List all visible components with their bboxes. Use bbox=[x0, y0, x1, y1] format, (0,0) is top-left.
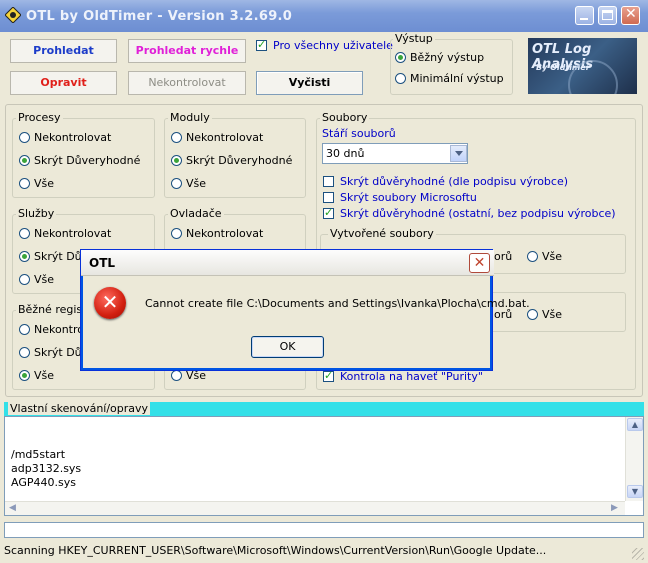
custom-scans-textarea[interactable]: /md5start adp3132.sys AGP440.sys ▲ ▼ ◀ ▶ bbox=[4, 416, 644, 516]
clear-button[interactable]: Vyčisti bbox=[256, 71, 363, 95]
services-none-label: Nekontrolovat bbox=[34, 227, 112, 240]
extra-all-radio[interactable] bbox=[171, 370, 182, 381]
processes-none-label: Nekontrolovat bbox=[34, 131, 112, 144]
maximize-button[interactable] bbox=[598, 6, 617, 25]
scan-button[interactable]: Prohledat bbox=[10, 39, 117, 63]
file-age-label: Stáří souborů bbox=[322, 127, 396, 140]
output-minimal-radio[interactable] bbox=[395, 73, 406, 84]
services-none-radio[interactable] bbox=[19, 228, 30, 239]
chevron-down-icon bbox=[455, 151, 463, 156]
custom-line: AGP440.sys bbox=[11, 476, 76, 489]
scroll-left-icon[interactable]: ◀ bbox=[9, 503, 16, 513]
scroll-up-icon[interactable]: ▲ bbox=[627, 418, 643, 431]
modules-none-radio[interactable] bbox=[171, 132, 182, 143]
output-group-title: Výstup bbox=[393, 32, 435, 45]
horizontal-scrollbar[interactable]: ◀ ▶ bbox=[5, 501, 625, 515]
dropdown-button[interactable] bbox=[450, 145, 467, 162]
modified-files-all-label: Vše bbox=[542, 308, 563, 321]
created-files-all-label: Vše bbox=[542, 250, 563, 263]
modules-all-label: Vše bbox=[186, 177, 207, 190]
custom-line: adp3132.sys bbox=[11, 462, 82, 475]
minimize-button[interactable] bbox=[575, 6, 594, 25]
registry-all-label: Vše bbox=[34, 369, 55, 382]
maximize-icon bbox=[602, 10, 613, 20]
otl-log-analysis-logo: OTL Log Analysis By Oldtimer bbox=[528, 38, 637, 94]
purity-checkbox[interactable] bbox=[323, 369, 334, 382]
close-button[interactable]: ✕ bbox=[621, 6, 640, 25]
modules-all-radio[interactable] bbox=[171, 178, 182, 189]
dialog-message: Cannot create file C:\Documents and Sett… bbox=[145, 297, 530, 310]
minimize-icon bbox=[580, 18, 588, 20]
dialog-title-bar[interactable]: OTL ✕ bbox=[81, 250, 494, 276]
files-title: Soubory bbox=[320, 111, 370, 124]
processes-hide-trusted-radio[interactable] bbox=[19, 155, 30, 166]
services-hide-trusted-radio[interactable] bbox=[19, 251, 30, 262]
output-group bbox=[390, 39, 513, 95]
status-text: Scanning HKEY_CURRENT_USER\Software\Micr… bbox=[4, 544, 547, 557]
hide-microsoft-checkbox[interactable] bbox=[323, 192, 334, 203]
drivers-none-label: Nekontrolovat bbox=[186, 227, 264, 240]
fix-button[interactable]: Opravit bbox=[10, 71, 117, 95]
registry-title: Běžné regist bbox=[16, 303, 89, 316]
output-minimal-label: Minimální výstup bbox=[410, 72, 504, 85]
processes-title: Procesy bbox=[16, 111, 63, 124]
progress-bar bbox=[4, 522, 644, 538]
services-all-label: Vše bbox=[34, 273, 55, 286]
modified-files-all-radio[interactable] bbox=[527, 309, 538, 320]
quick-scan-button[interactable]: Prohledat rychle bbox=[128, 39, 246, 63]
modules-hide-trusted-radio[interactable] bbox=[171, 155, 182, 166]
services-all-radio[interactable] bbox=[19, 274, 30, 285]
hide-microsoft-label: Skrýt soubory Microsoftu bbox=[340, 191, 477, 204]
file-age-select[interactable]: 30 dnů bbox=[322, 143, 468, 164]
file-age-value: 30 dnů bbox=[326, 147, 365, 160]
none-button[interactable]: Nekontrolovat bbox=[128, 71, 246, 95]
created-files-partial-label: orů bbox=[494, 250, 513, 263]
modules-hide-trusted-label: Skrýt Důveryhodné bbox=[186, 154, 293, 167]
resize-grip-icon[interactable] bbox=[632, 548, 644, 560]
services-hide-trusted-label: Skrýt Dů bbox=[34, 250, 82, 263]
registry-hide-trusted-radio[interactable] bbox=[19, 347, 30, 358]
all-users-label: Pro všechny uživatele bbox=[273, 39, 393, 52]
scroll-right-icon[interactable]: ▶ bbox=[611, 503, 618, 513]
drivers-title: Ovladače bbox=[168, 207, 224, 220]
close-icon: ✕ bbox=[473, 255, 486, 271]
hide-signed-label: Skrýt důvěryhodné (dle podpisu výrobce) bbox=[340, 175, 569, 188]
hide-unsigned-trusted-checkbox[interactable] bbox=[323, 206, 334, 219]
services-title: Služby bbox=[16, 207, 57, 220]
created-files-title: Vytvořené soubory bbox=[328, 227, 436, 240]
modules-none-label: Nekontrolovat bbox=[186, 131, 264, 144]
vertical-scrollbar[interactable]: ▲ ▼ bbox=[625, 417, 643, 501]
output-standard-radio[interactable] bbox=[395, 52, 406, 63]
dialog-close-button[interactable]: ✕ bbox=[469, 253, 490, 273]
output-standard-label: Běžný výstup bbox=[410, 51, 485, 64]
registry-all-radio[interactable] bbox=[19, 370, 30, 381]
all-users-checkbox[interactable] bbox=[256, 38, 267, 51]
processes-all-label: Vše bbox=[34, 177, 55, 190]
scroll-down-icon[interactable]: ▼ bbox=[627, 485, 643, 498]
close-icon: ✕ bbox=[625, 6, 637, 22]
processes-hide-trusted-label: Skrýt Důveryhodné bbox=[34, 154, 141, 167]
error-icon: ✕ bbox=[94, 287, 126, 319]
custom-line: /md5start bbox=[11, 448, 66, 461]
registry-none-radio[interactable] bbox=[19, 324, 30, 335]
processes-none-radio[interactable] bbox=[19, 132, 30, 143]
custom-scans-title: Vlastní skenování/opravy bbox=[8, 402, 151, 415]
purity-label: Kontrola na haveť "Purity" bbox=[340, 370, 483, 383]
ok-button[interactable]: OK bbox=[251, 336, 324, 358]
otl-app-icon bbox=[5, 7, 21, 23]
error-dialog: OTL ✕ ✕ Cannot create file C:\Documents … bbox=[80, 249, 530, 371]
drivers-none-radio[interactable] bbox=[171, 228, 182, 239]
dialog-title: OTL bbox=[89, 256, 116, 270]
hide-signed-checkbox[interactable] bbox=[323, 176, 334, 187]
created-files-all-radio[interactable] bbox=[527, 251, 538, 262]
hide-unsigned-trusted-label: Skrýt důvěryhodné (ostatní, bez podpisu … bbox=[340, 207, 616, 220]
title-bar[interactable]: OTL by OldTimer - Version 3.2.69.0 ✕ bbox=[0, 0, 648, 32]
modules-title: Moduly bbox=[168, 111, 212, 124]
window-title: OTL by OldTimer - Version 3.2.69.0 bbox=[26, 9, 293, 24]
processes-all-radio[interactable] bbox=[19, 178, 30, 189]
